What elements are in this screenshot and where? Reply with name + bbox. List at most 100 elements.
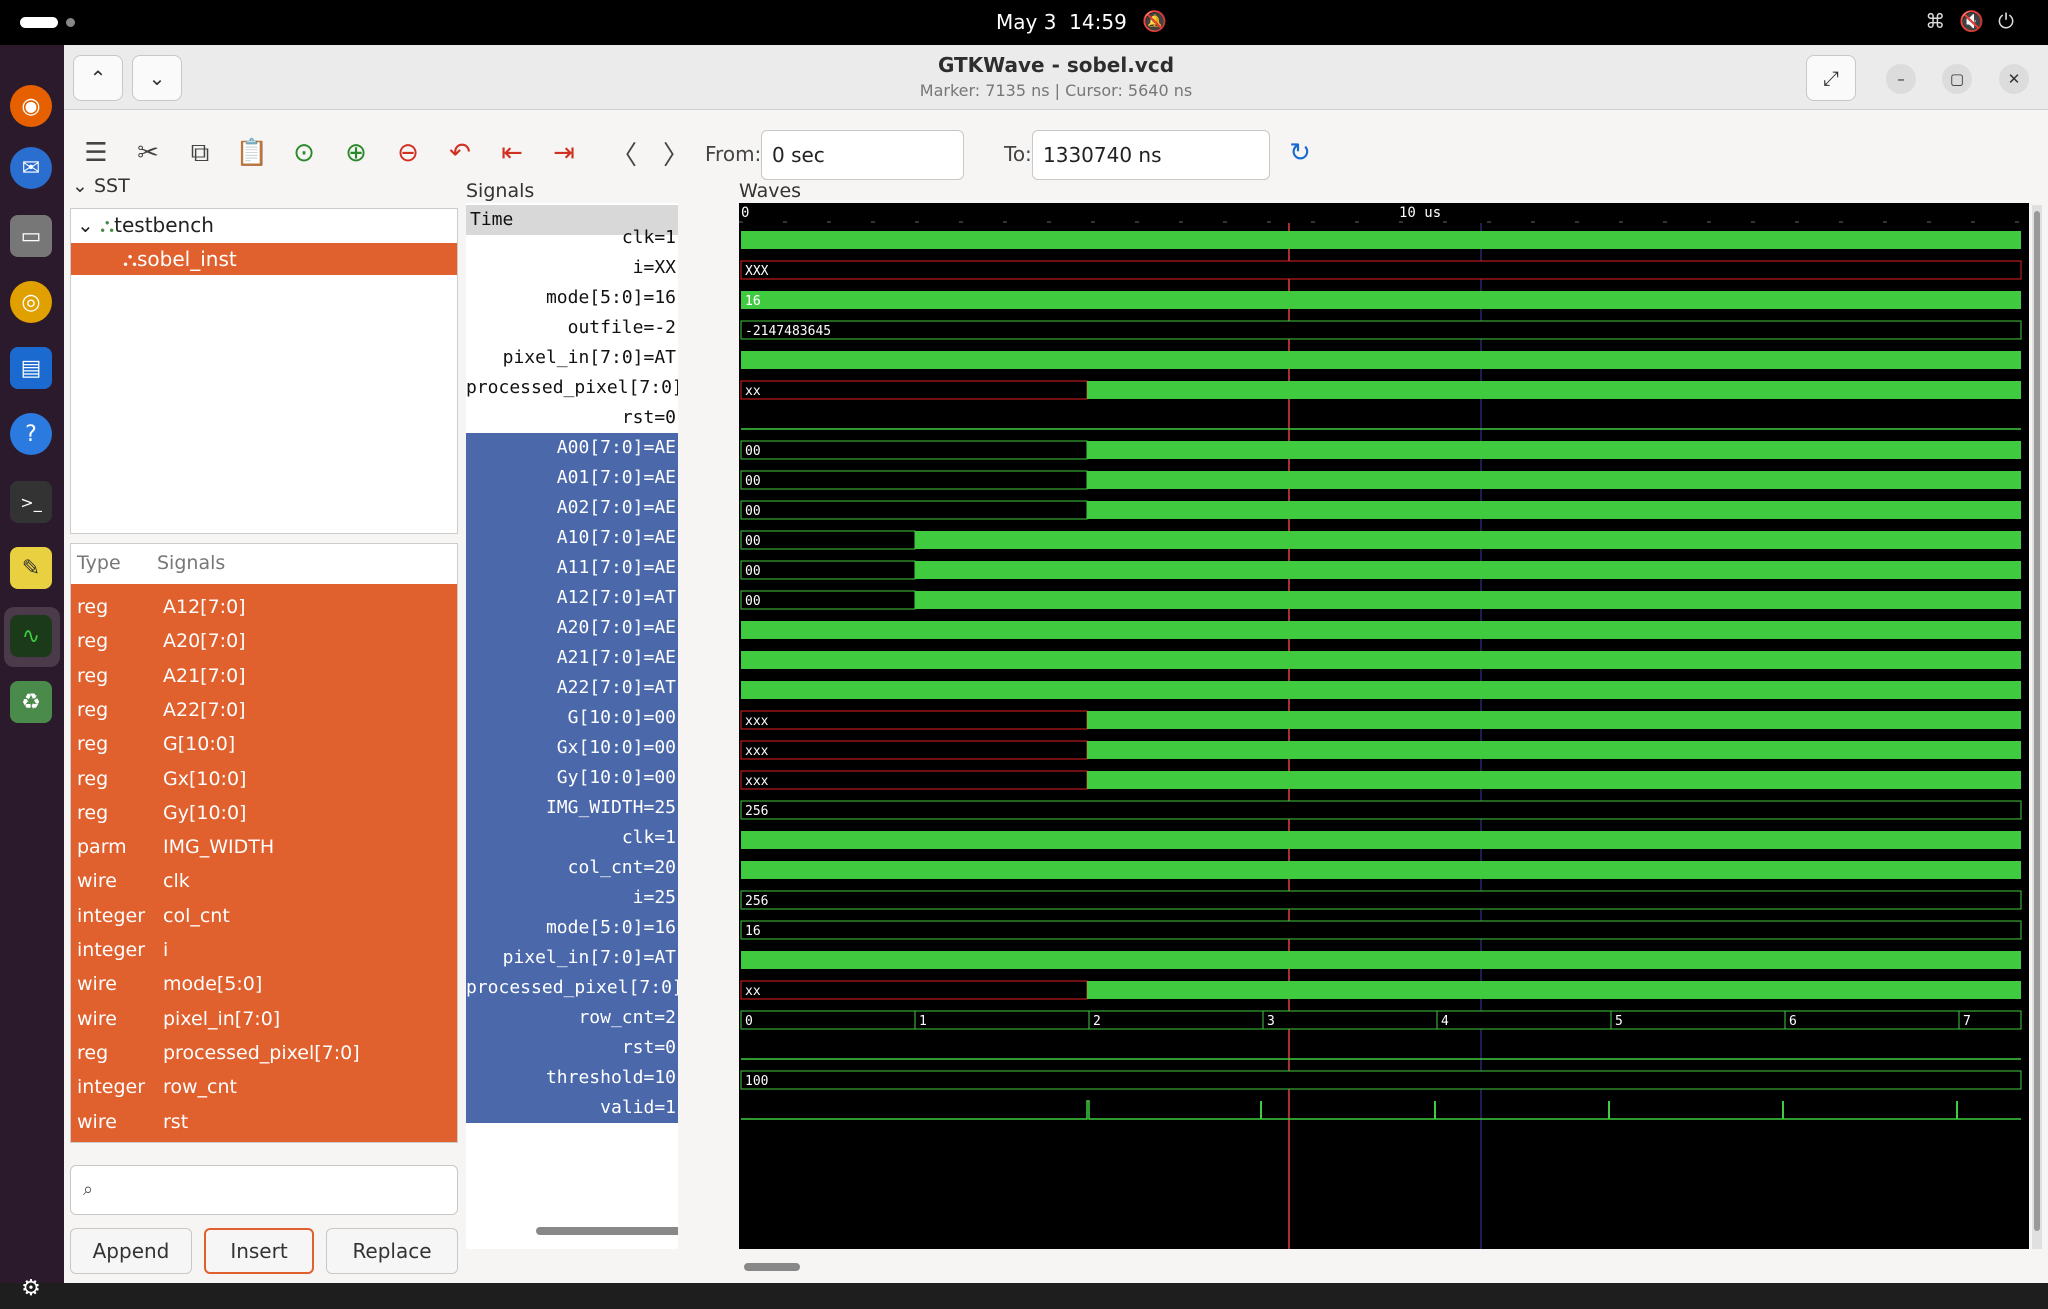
firefox-icon[interactable]: ◉ — [10, 85, 52, 127]
signal-row[interactable]: Gx[10:0]=00 — [466, 733, 678, 763]
show-apps-icon[interactable]: ⚙ — [10, 1267, 52, 1309]
signal-row[interactable]: A00[7:0]=AE — [466, 433, 678, 463]
zoom-to-start-icon[interactable]: ⇤ — [492, 133, 532, 173]
zoom-in-icon[interactable]: ⊕ — [336, 133, 376, 173]
undo-zoom-icon[interactable]: ↶ — [440, 133, 480, 173]
help-icon[interactable]: ? — [10, 413, 52, 455]
trash-icon[interactable]: ♻ — [10, 681, 52, 723]
gtkwave-icon[interactable]: ∿ — [10, 615, 52, 657]
signal-list-item[interactable]: wire rst — [71, 1105, 457, 1139]
signal-list-item[interactable]: reg A20[7:0] — [71, 624, 457, 658]
fullscreen-button[interactable]: ⤢ — [1806, 55, 1856, 101]
signal-row[interactable]: mode[5:0]=16 — [466, 283, 678, 313]
signal-row[interactable]: G[10:0]=00 — [466, 703, 678, 733]
signal-row[interactable]: valid=1 — [466, 1093, 678, 1123]
maximize-button[interactable]: ▢ — [1942, 64, 1972, 94]
waves-horizontal-scrollbar[interactable] — [744, 1263, 800, 1271]
close-button[interactable]: ✕ — [1999, 64, 2029, 94]
signal-row[interactable]: mode[5:0]=16 — [466, 913, 678, 943]
from-time-input[interactable]: 0 sec — [761, 130, 964, 180]
signals-horizontal-scrollbar[interactable] — [536, 1227, 678, 1235]
signal-row[interactable]: A20[7:0]=AE — [466, 613, 678, 643]
zoom-fit-icon[interactable]: ⊙ — [284, 133, 324, 173]
tree-item-sobel-inst[interactable]: ⛬sobel_inst — [71, 243, 457, 275]
minimize-button[interactable]: – — [1886, 64, 1916, 94]
system-tray[interactable]: ⌘🔇⏻ — [1925, 9, 2028, 33]
writer-icon[interactable]: ▤ — [10, 347, 52, 389]
find-next-edge-icon[interactable]: 〉 — [656, 133, 696, 173]
signal-row[interactable]: i=XX — [466, 253, 678, 283]
activities-indicator[interactable] — [20, 17, 58, 28]
waves-pane[interactable]: 010 usXXX16-2147483645xx000000000000xxxx… — [739, 203, 2029, 1249]
text-editor-icon[interactable]: ✎ — [10, 547, 52, 589]
cut-icon[interactable]: ✂ — [128, 133, 168, 173]
signal-row[interactable]: pixel_in[7:0]=AT — [466, 343, 678, 373]
signal-list-item[interactable]: reg A12[7:0] — [71, 590, 457, 624]
signal-row[interactable]: rst=0 — [466, 403, 678, 433]
terminal-icon[interactable]: >_ — [10, 481, 52, 523]
signal-type: reg — [77, 596, 109, 618]
thunderbird-icon[interactable]: ✉ — [10, 147, 52, 189]
signal-row[interactable]: Gy[10:0]=00 — [466, 763, 678, 793]
zoom-to-end-icon[interactable]: ⇥ — [544, 133, 584, 173]
bus-value-label: xx — [745, 984, 761, 999]
header-type[interactable]: Type — [77, 544, 121, 582]
waveform-canvas[interactable]: 010 usXXX16-2147483645xx000000000000xxxx… — [739, 203, 2029, 1249]
signal-row[interactable]: A12[7:0]=AT — [466, 583, 678, 613]
signal-row[interactable]: clk=1 — [466, 223, 678, 253]
waves-vertical-scrollbar[interactable] — [2032, 205, 2042, 1249]
signal-row[interactable]: row_cnt=2 — [466, 1003, 678, 1033]
expand-arrow-icon[interactable]: ⌄ — [71, 213, 94, 237]
signal-row[interactable]: A01[7:0]=AE — [466, 463, 678, 493]
signal-row[interactable]: outfile=-2 — [466, 313, 678, 343]
undefined-segment — [740, 380, 1088, 400]
signal-list-item[interactable]: integer col_cnt — [71, 899, 457, 933]
signal-list-item[interactable]: wire pixel_in[7:0] — [71, 1002, 457, 1036]
append-button[interactable]: Append — [70, 1228, 192, 1274]
files-icon[interactable]: ▭ — [10, 215, 52, 257]
signal-list-item[interactable]: reg processed_pixel[7:0] — [71, 1036, 457, 1070]
signal-row[interactable]: A22[7:0]=AT — [466, 673, 678, 703]
signal-row[interactable]: A02[7:0]=AE — [466, 493, 678, 523]
signal-row[interactable]: processed_pixel[7:0]=EE — [466, 973, 678, 1003]
find-previous-edge-icon[interactable]: 〈 — [604, 133, 644, 173]
signal-row[interactable]: A21[7:0]=AE — [466, 643, 678, 673]
tree-item-testbench[interactable]: ⌄ ⛬testbench — [71, 209, 457, 241]
signal-row[interactable]: pixel_in[7:0]=AT — [466, 943, 678, 973]
signal-list-header: Type Signals — [71, 544, 457, 582]
replace-button[interactable]: Replace — [326, 1228, 458, 1274]
row-cnt-value: 2 — [1093, 1014, 1101, 1029]
signal-list-item[interactable]: reg Gx[10:0] — [71, 762, 457, 796]
signal-list-item[interactable]: parm threshold — [71, 1139, 457, 1142]
signal-row[interactable]: processed_pixel[7:0]=EE — [466, 373, 678, 403]
signal-row[interactable]: A10[7:0]=AE — [466, 523, 678, 553]
signal-list-item[interactable]: reg A21[7:0] — [71, 659, 457, 693]
signal-list-item[interactable]: reg A22[7:0] — [71, 693, 457, 727]
signal-row[interactable]: rst=0 — [466, 1033, 678, 1063]
clock[interactable]: May 3 14:59 — [996, 10, 1127, 34]
rhythmbox-icon[interactable]: ◎ — [10, 281, 52, 323]
copy-icon[interactable]: ⧉ — [180, 133, 220, 173]
signal-list-item[interactable]: wire mode[5:0] — [71, 967, 457, 1001]
paste-icon[interactable]: 📋 — [232, 133, 272, 173]
zoom-out-icon[interactable]: ⊖ — [388, 133, 428, 173]
header-signals[interactable]: Signals — [157, 544, 225, 582]
signal-list-item[interactable]: reg Gy[10:0] — [71, 796, 457, 830]
signal-row[interactable]: clk=1 — [466, 823, 678, 853]
signal-row[interactable]: col_cnt=20 — [466, 853, 678, 883]
signal-list-item[interactable]: wire clk — [71, 864, 457, 898]
signal-list-item[interactable]: parm IMG_WIDTH — [71, 830, 457, 864]
signal-row[interactable]: A11[7:0]=AE — [466, 553, 678, 583]
signal-row[interactable]: IMG_WIDTH=25 — [466, 793, 678, 823]
signal-row[interactable]: threshold=10 — [466, 1063, 678, 1093]
signal-search-input[interactable]: ⌕ — [70, 1165, 458, 1215]
signal-list-item[interactable]: integer i — [71, 933, 457, 967]
signal-list-item[interactable]: integer row_cnt — [71, 1070, 457, 1104]
reload-icon[interactable]: ↻ — [1280, 133, 1320, 173]
insert-button[interactable]: Insert — [204, 1228, 314, 1274]
to-time-input[interactable]: 1330740 ns — [1032, 130, 1270, 180]
signal-row[interactable]: i=25 — [466, 883, 678, 913]
signal-list-item[interactable]: reg G[10:0] — [71, 727, 457, 761]
scrollbar-thumb[interactable] — [2034, 211, 2040, 1231]
menu-icon[interactable]: ☰ — [76, 133, 116, 173]
